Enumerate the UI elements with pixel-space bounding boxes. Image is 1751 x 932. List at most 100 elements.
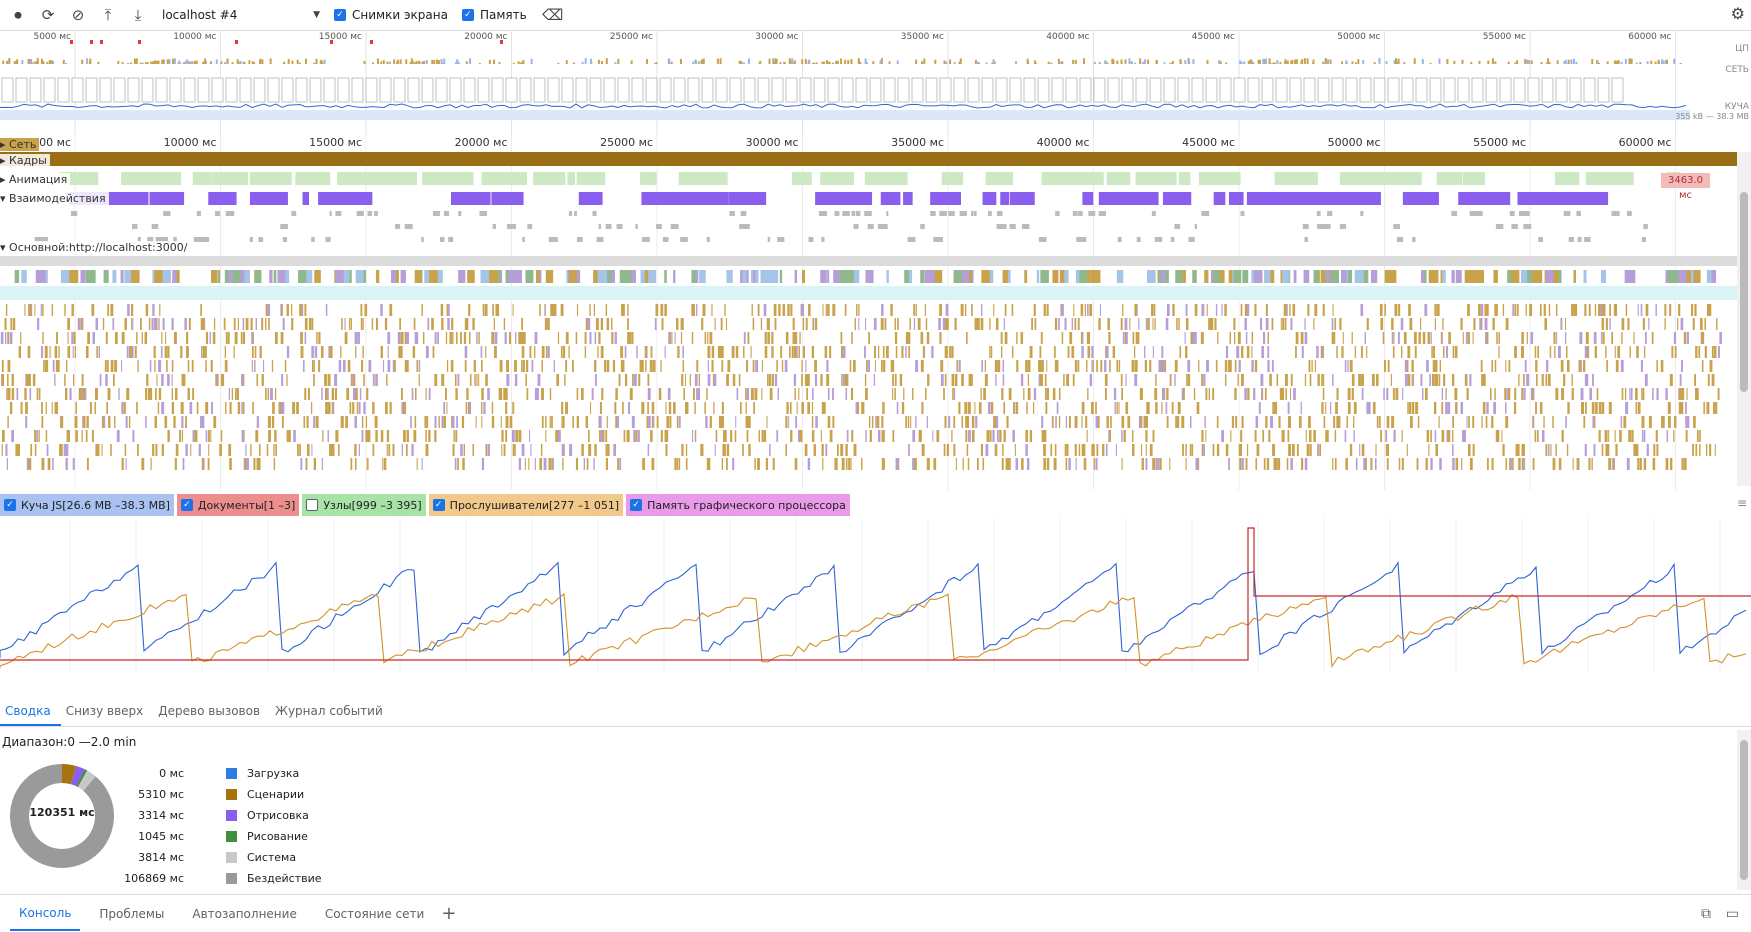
track-main[interactable]: ▾ Основной:http://localhost:3000/ [0,241,191,254]
flame-frame [63,444,67,456]
interaction-block [527,224,533,229]
flame-frame [1625,304,1628,316]
broom-icon: ⌫ [542,6,564,24]
counter-js-heap[interactable]: ✓ Куча JS[26.6 MB –38.3 MB] [0,494,174,516]
record-button[interactable]: ⏺ [6,3,30,27]
tab-network-conditions[interactable]: Состояние сети [316,895,433,932]
cpu-bar [1563,61,1566,64]
flame-frame [1375,374,1379,386]
flame-frame [1216,416,1219,428]
flame-frame [545,430,547,442]
screenshots-checkbox[interactable]: ✓ Снимки экрана [334,8,448,22]
tab-call-tree[interactable]: Дерево вызовов [153,704,270,726]
save-profile-button[interactable]: ⤓ [126,3,150,27]
counter-listeners[interactable]: ✓ Прослушиватели[277 –1 051] [428,494,624,516]
flame-frame [785,444,788,456]
tab-event-log[interactable]: Журнал событий [270,704,393,726]
flame-frame [954,318,957,330]
flame-frame [650,430,653,442]
flame-frame [1505,458,1508,470]
plus-icon[interactable]: + [441,903,456,924]
flame-frame [503,388,506,400]
track-animation[interactable]: ▸ Анимация [0,173,71,186]
flame-frame [832,304,836,316]
scrollbar-thumb[interactable] [1740,740,1748,880]
flame-frame [1105,444,1108,456]
timeline-overview[interactable]: 5000 мс 10000 мс 15000 мс 20000 мс 25000 мс 3… [0,30,1751,134]
cpu-bar [455,62,458,64]
flame-frame [812,318,815,330]
summary-scrollbar[interactable] [1737,730,1751,890]
flame-frame [482,304,485,316]
flame-frame [1494,304,1496,316]
flame-frame [85,430,88,442]
flame-frame [541,388,544,400]
flame-frame [1351,388,1354,400]
flame-frame [1537,346,1540,358]
reload-button[interactable]: ⟳ [36,3,60,27]
cpu-bar [1345,60,1348,64]
tab-console[interactable]: Консоль [10,896,81,931]
flame-frame [224,360,228,372]
flame-frame [953,444,956,456]
flame-frame [1046,304,1049,316]
flame-frame [306,416,309,428]
track-frames[interactable]: ▸ Кадры [0,154,50,167]
flame-frame [1174,360,1178,372]
flame-scrollbar[interactable] [1737,152,1751,486]
load-profile-button[interactable]: ⤒ [96,3,120,27]
counter-documents[interactable]: ✓ Документы[1 –3] [176,494,300,516]
frame-block [706,172,728,185]
cpu-bar [469,58,472,64]
flame-frame [943,444,946,456]
panel-toggle-icon[interactable]: ▭ [1726,906,1739,922]
flame-frame [350,458,353,470]
flame-frame [174,458,177,470]
gear-icon[interactable]: ⚙ [1731,4,1745,23]
memory-counters-chart[interactable] [0,518,1751,672]
flame-frame [1391,318,1394,330]
flame-frame [790,402,792,414]
flame-frame [882,402,885,414]
flame-frame [806,388,808,400]
flame-frame [1516,304,1519,316]
flame-frame [4,318,7,330]
flame-frame [1002,270,1009,283]
counter-nodes[interactable]: Узлы[999 –3 395] [302,494,426,516]
flame-frame [835,458,838,470]
cpu-bar [1057,58,1060,64]
memory-checkbox[interactable]: ✓ Память [461,8,527,22]
flame-frame [727,374,729,386]
scrollbar-thumb[interactable] [1740,192,1748,392]
frame-duration-badge[interactable]: 3463.0 мс [1661,173,1710,201]
resize-handle-icon[interactable]: ≡ [1737,496,1747,510]
flame-frame [441,374,443,386]
flame-frame [1521,388,1524,400]
flame-frame [112,318,115,330]
flame-frame [594,374,597,386]
flame-frame [790,430,793,442]
clear-button[interactable]: ⊘ [66,3,90,27]
counter-gpu-memory[interactable]: ✓ Память графического процессора [626,494,850,516]
flame-frame [184,318,187,330]
flame-frame [354,458,357,470]
flame-chart[interactable]: 5000 мс 10000 мс 15000 мс 20000 мс 25000 мс 3… [0,134,1737,490]
flame-frame [1585,332,1589,344]
flame-frame [428,430,431,442]
tab-autofill[interactable]: Автозаполнение [183,895,305,932]
flame-frame [868,416,871,428]
flame-frame [313,360,315,372]
flame-frame [721,360,724,372]
flame-frame [261,318,264,330]
cpu-bar [1252,62,1255,64]
screenshot-thumbnail [505,77,518,103]
track-interactions[interactable]: ▾ Взаимодействия [0,192,109,205]
dock-icon[interactable]: ⧉ [1701,906,1711,922]
track-network[interactable]: ▸ Сеть [0,138,40,151]
flame-frame [801,402,804,414]
tab-issues[interactable]: Проблемы [90,895,173,932]
tab-bottom-up[interactable]: Снизу вверх [61,704,154,726]
profile-select[interactable]: localhost #4 ▼ [162,8,320,22]
tab-summary[interactable]: Сводка [0,704,61,726]
collect-garbage-button[interactable]: ⌫ [541,3,565,27]
